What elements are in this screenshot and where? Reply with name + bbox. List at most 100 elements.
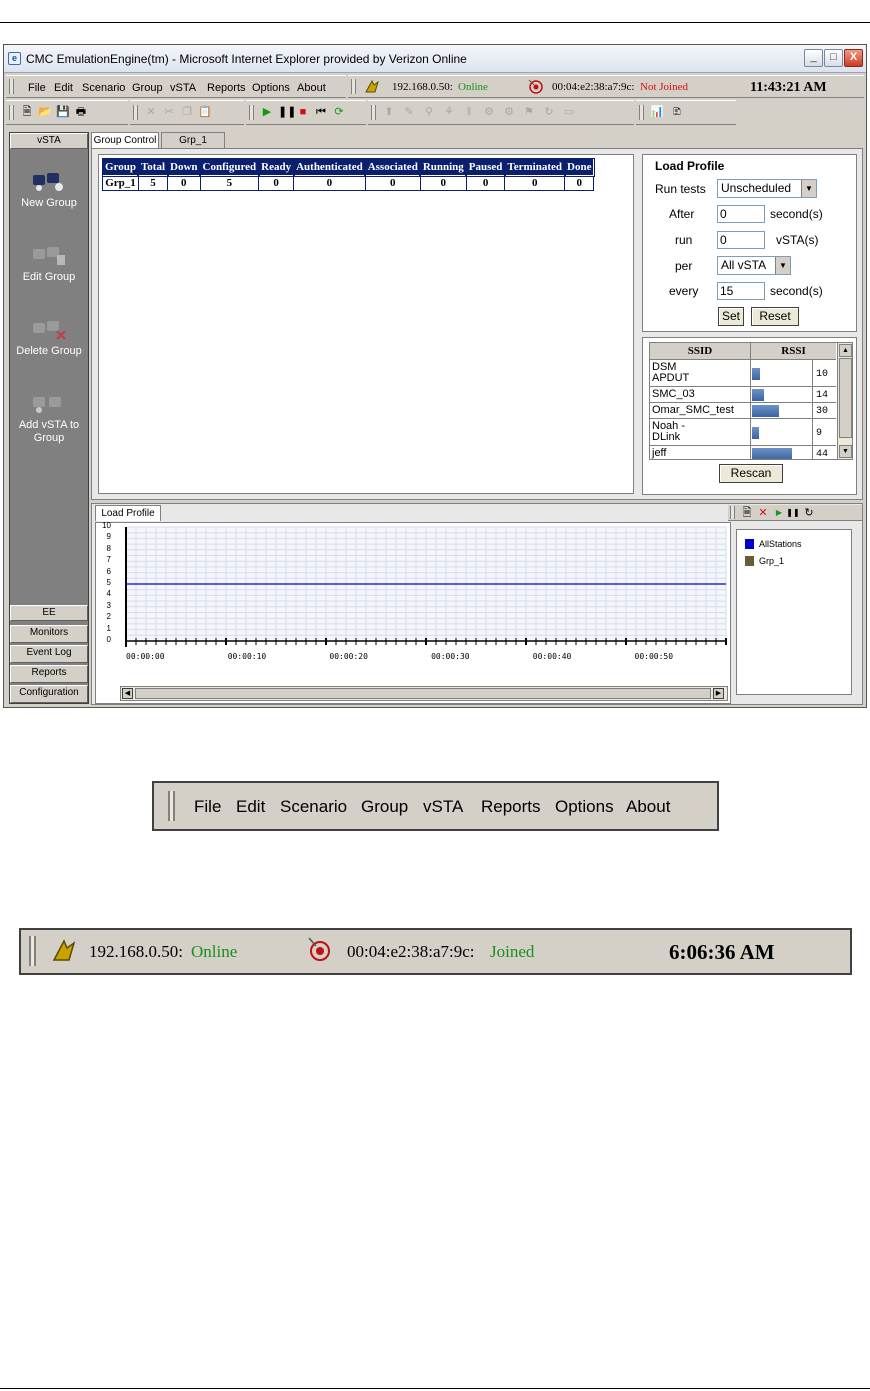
rescan-button[interactable]: Rescan bbox=[719, 464, 783, 483]
pause-icon[interactable]: ❚❚ bbox=[278, 105, 296, 119]
status-grip-enlarged[interactable] bbox=[29, 936, 36, 966]
edit-grip[interactable] bbox=[133, 105, 138, 120]
menu-scenario-enlarged[interactable]: Scenario bbox=[280, 797, 347, 817]
list-item[interactable]: DSM APDUT 10 bbox=[650, 360, 836, 387]
nav-reports[interactable]: Reports bbox=[10, 665, 88, 683]
vsta-pause-icon[interactable]: ‖ bbox=[462, 105, 476, 119]
vsta-reset-icon[interactable]: ⚑ bbox=[522, 105, 536, 119]
reset-button[interactable]: Reset bbox=[751, 307, 799, 326]
col-terminated: Terminated bbox=[503, 157, 566, 177]
vsta-refresh-icon[interactable]: ↻ bbox=[542, 105, 556, 119]
table-row[interactable]: Grp_1 5 0 5 0 0 0 0 0 0 0 bbox=[102, 175, 595, 191]
menu-options[interactable]: Options bbox=[252, 82, 290, 94]
list-item[interactable]: Noah - DLink 9 bbox=[650, 419, 836, 446]
menu-file-enlarged[interactable]: File bbox=[194, 797, 221, 817]
vsta-edit-icon[interactable]: ✎ bbox=[402, 105, 416, 119]
chart-grip[interactable] bbox=[730, 506, 735, 519]
menu-about-enlarged[interactable]: About bbox=[626, 797, 670, 817]
menu-group-enlarged[interactable]: Group bbox=[361, 797, 408, 817]
menu-about[interactable]: About bbox=[297, 82, 326, 94]
vsta-grip[interactable] bbox=[371, 105, 376, 120]
vsta-link-icon[interactable]: ⚲ bbox=[422, 105, 436, 119]
export-icon[interactable]: 🗈 bbox=[670, 105, 684, 119]
menu-vsta[interactable]: vSTA bbox=[170, 82, 196, 94]
nav-ee[interactable]: EE bbox=[10, 605, 88, 621]
menu-edit-enlarged[interactable]: Edit bbox=[236, 797, 265, 817]
nav-header-vsta[interactable]: vSTA bbox=[10, 133, 88, 149]
print-icon[interactable]: 🖶 bbox=[74, 105, 88, 119]
scroll-right-icon[interactable]: ▶ bbox=[713, 688, 724, 699]
report-icon[interactable]: 📊 bbox=[650, 105, 664, 119]
run-grip[interactable] bbox=[249, 105, 254, 120]
minimize-button[interactable]: _ bbox=[804, 49, 823, 67]
nav-new-group[interactable]: New Group bbox=[10, 169, 88, 209]
scroll-up-icon[interactable]: ▲ bbox=[839, 344, 852, 357]
nav-event-log[interactable]: Event Log bbox=[10, 645, 88, 663]
toolbar-grip[interactable] bbox=[9, 105, 14, 120]
chart-refresh-icon[interactable]: ↻ bbox=[802, 506, 816, 520]
chart-scroll-thumb[interactable] bbox=[135, 688, 711, 699]
nav-add-vsta[interactable]: Add vSTA to Group bbox=[10, 391, 88, 445]
menu-reports[interactable]: Reports bbox=[207, 82, 246, 94]
ie-icon: e bbox=[8, 52, 21, 65]
vsta-doc-icon[interactable]: ▭ bbox=[562, 105, 576, 119]
close-button[interactable]: X bbox=[844, 49, 863, 67]
stop-icon[interactable]: ■ bbox=[296, 105, 310, 119]
vsta-add-icon[interactable]: ⬆ bbox=[382, 105, 396, 119]
scroll-down-icon[interactable]: ▼ bbox=[839, 445, 852, 458]
tab-load-profile[interactable]: Load Profile bbox=[95, 505, 161, 521]
maximize-button[interactable]: □ bbox=[824, 49, 843, 67]
per-label: per bbox=[675, 259, 693, 273]
menu-edit[interactable]: Edit bbox=[54, 82, 73, 94]
set-button[interactable]: Set bbox=[718, 307, 744, 326]
scroll-thumb[interactable] bbox=[839, 358, 852, 438]
menu-reports-enlarged[interactable]: Reports bbox=[481, 797, 541, 817]
cut-icon[interactable]: ✂ bbox=[162, 105, 176, 119]
refresh-icon[interactable]: ⟳ bbox=[332, 105, 346, 119]
vsta-play-icon[interactable]: ⚙ bbox=[482, 105, 496, 119]
rewind-icon[interactable]: ⏮ bbox=[314, 105, 328, 119]
nav-edit-group[interactable]: Edit Group bbox=[10, 243, 88, 283]
copy-icon[interactable]: ❐ bbox=[180, 105, 194, 119]
per-select[interactable]: All vSTA ▼ bbox=[717, 256, 791, 275]
menu-vsta-enlarged[interactable]: vSTA bbox=[423, 797, 463, 817]
menu-scenario[interactable]: Scenario bbox=[82, 82, 125, 94]
list-item[interactable]: SMC_03 14 bbox=[650, 387, 836, 403]
every-input[interactable]: 15 bbox=[717, 282, 765, 300]
report-grip[interactable] bbox=[639, 105, 644, 120]
nav-configuration[interactable]: Configuration bbox=[10, 685, 88, 703]
list-item[interactable]: Omar_SMC_test 30 bbox=[650, 403, 836, 419]
delete-icon[interactable]: ✕ bbox=[144, 105, 158, 119]
chart-play-icon[interactable]: ▶ bbox=[772, 506, 786, 520]
play-icon[interactable]: ▶ bbox=[260, 105, 274, 119]
new-file-icon[interactable]: 🗎 bbox=[20, 105, 34, 119]
ssid-list: SSID RSSI DSM APDUT 10 SMC_03 14 Omar_SM… bbox=[649, 342, 853, 460]
menu-grip[interactable] bbox=[9, 79, 14, 94]
menu-file[interactable]: File bbox=[28, 82, 46, 94]
vsta-remove-icon[interactable]: ⚘ bbox=[442, 105, 456, 119]
tab-group-control[interactable]: Group Control bbox=[91, 132, 159, 148]
menu-options-enlarged[interactable]: Options bbox=[555, 797, 614, 817]
menu-grip-enlarged[interactable] bbox=[168, 791, 175, 821]
vsta-stop-icon[interactable]: ⚙ bbox=[502, 105, 516, 119]
ssid-scrollbar[interactable]: ▲ ▼ bbox=[837, 343, 852, 459]
nav-delete-group[interactable]: Delete Group bbox=[10, 317, 88, 357]
chart-delete-icon[interactable]: ✕ bbox=[756, 506, 770, 520]
scroll-left-icon[interactable]: ◀ bbox=[122, 688, 133, 699]
ip-state-enlarged: Online bbox=[191, 942, 238, 961]
open-folder-icon[interactable]: 📂 bbox=[38, 105, 52, 119]
run-tests-select[interactable]: Unscheduled ▼ bbox=[717, 179, 817, 198]
save-icon[interactable]: 💾 bbox=[56, 105, 70, 119]
rssi-bar bbox=[752, 427, 759, 439]
tab-grp-1[interactable]: Grp_1 bbox=[161, 132, 225, 148]
chart-new-icon[interactable]: 🗎 bbox=[740, 506, 754, 520]
after-input[interactable]: 0 bbox=[717, 205, 765, 223]
menu-group[interactable]: Group bbox=[132, 82, 163, 94]
chart-scrollbar[interactable]: ◀ ▶ bbox=[120, 686, 728, 701]
nav-monitors[interactable]: Monitors bbox=[10, 625, 88, 643]
run-input[interactable]: 0 bbox=[717, 231, 765, 249]
chart-pause-icon[interactable]: ❚❚ bbox=[786, 506, 800, 520]
paste-icon[interactable]: 📋 bbox=[198, 105, 212, 119]
status-grip[interactable] bbox=[351, 79, 356, 94]
list-item[interactable]: jeff 44 bbox=[650, 446, 836, 459]
